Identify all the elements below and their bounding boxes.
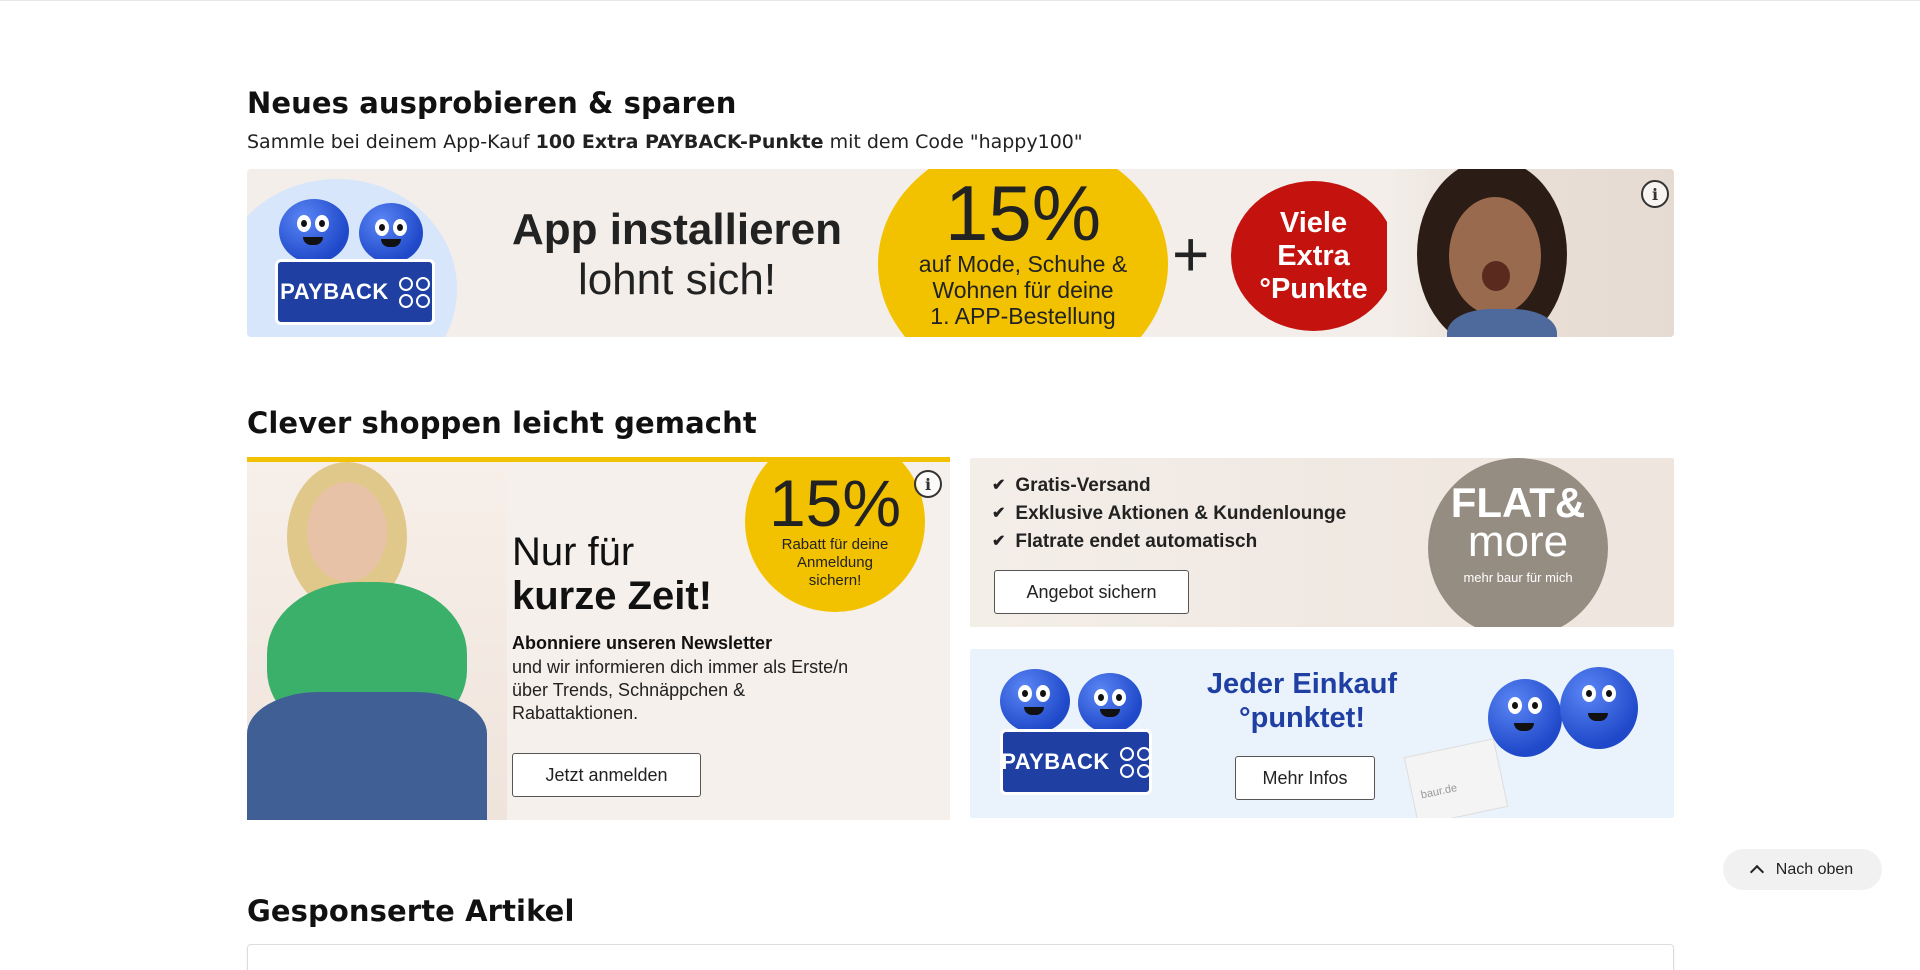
app-discount-circle: 15% auf Mode, Schuhe & Wohnen für deine … (878, 169, 1168, 337)
baur-package-image: baur.de (1403, 738, 1509, 818)
section-subtitle-app-code: Sammle bei deinem App-Kauf 100 Extra PAY… (247, 131, 1083, 153)
app-headline-line1: App installieren (511, 205, 843, 254)
payback-mascot-right (359, 203, 423, 263)
payback-points-banner[interactable]: PAYBACK Jeder Einkauf °punktet! Mehr Inf… (970, 649, 1674, 818)
offer-secure-button[interactable]: Angebot sichern (994, 570, 1189, 614)
payback-mascot-dancing-2 (1560, 667, 1638, 749)
chevron-up-icon (1749, 864, 1764, 880)
newsletter-subheading: Abonniere unseren Newsletter (512, 633, 773, 653)
app-install-banner[interactable]: PAYBACK App installieren lohnt sich! 15%… (247, 169, 1674, 337)
list-item: ✔ Exklusive Aktionen & Kundenlounge (992, 500, 1346, 528)
back-to-top-label: Nach oben (1775, 860, 1854, 878)
app-discount-text: auf Mode, Schuhe & Wohnen für deine 1. A… (878, 251, 1168, 329)
payback-dots-icon (398, 276, 430, 308)
discount-text-line: sichern! (808, 572, 862, 589)
subtitle-prefix: Sammle bei deinem App-Kauf (247, 131, 536, 153)
newsletter-headline-line2: kurze Zeit! (512, 574, 713, 618)
payback-mascot-right (1078, 673, 1142, 733)
flat-and-more-banner[interactable]: ✔ Gratis-Versand ✔ Exklusive Aktionen & Ku… (970, 458, 1674, 627)
payback-mascot-left (279, 199, 349, 263)
subtitle-bold: 100 Extra PAYBACK-Punkte (535, 131, 824, 153)
info-icon[interactable]: i (1641, 180, 1669, 208)
newsletter-description: und wir informieren dich immer als Erste… (512, 657, 849, 723)
app-discount-percent: 15% (944, 169, 1102, 257)
list-item: ✔ Flatrate endet automatisch (992, 528, 1346, 556)
sponsored-articles-container (247, 944, 1674, 970)
flat-more-logo: FLAT& more mehr baur für mich (1428, 458, 1608, 627)
flat-logo-line2: more (1467, 517, 1569, 566)
section-title-clever: Clever shoppen leicht gemacht (247, 406, 757, 440)
payback-headline: Jeder Einkauf °punktet! (1202, 667, 1402, 735)
discount-text-line: Anmeldung (797, 554, 873, 571)
payback-logo-text: PAYBACK (1001, 749, 1110, 774)
offer-line: auf Mode, Schuhe & (918, 251, 1128, 277)
benefit-label: Flatrate endet automatisch (1015, 531, 1258, 552)
payback-dots-icon (1119, 746, 1151, 778)
newsletter-signup-button[interactable]: Jetzt anmelden (512, 753, 701, 797)
badge-line: °Punkte (1259, 273, 1368, 305)
discount-text-line: Rabatt für deine (781, 536, 889, 553)
newsletter-discount-circle: 15% Rabatt für deine Anmeldung sichern! (745, 462, 925, 612)
check-icon: ✔ (992, 505, 1006, 522)
more-info-button[interactable]: Mehr Infos (1235, 756, 1375, 800)
woman-green-blouse-image (247, 462, 507, 820)
back-to-top-button[interactable]: Nach oben (1723, 849, 1882, 890)
extra-points-badge: Viele Extra °Punkte (1231, 181, 1396, 331)
box-label: baur.de (1419, 782, 1459, 802)
payback-headline-line1: Jeder Einkauf (1206, 668, 1398, 700)
plus-sign: + (1172, 218, 1210, 290)
app-headline: App installieren lohnt sich! (487, 205, 867, 305)
payback-headline-line2: °punktet! (1239, 702, 1365, 734)
subtitle-suffix: mit dem Code "happy100" (823, 131, 1083, 153)
payback-logo: PAYBACK (1000, 729, 1152, 795)
section-title-neues: Neues ausprobieren & sparen (247, 86, 737, 120)
payback-logo-text: PAYBACK (280, 279, 389, 304)
check-icon: ✔ (992, 533, 1006, 550)
newsletter-banner[interactable]: 15% Rabatt für deine Anmeldung sichern! … (247, 457, 950, 820)
check-icon: ✔ (992, 477, 1006, 494)
offer-line: Wohnen für deine (932, 277, 1114, 303)
section-title-sponsored: Gesponserte Artikel (247, 894, 575, 928)
payback-logo: PAYBACK (275, 259, 435, 325)
benefit-label: Gratis-Versand (1015, 475, 1151, 496)
flat-logo-tagline: mehr baur für mich (1463, 570, 1573, 585)
flat-benefits-list: ✔ Gratis-Versand ✔ Exklusive Aktionen & Ku… (992, 472, 1346, 556)
payback-mascot-dancing-1 (1488, 679, 1562, 757)
offer-line: 1. APP-Bestellung (930, 303, 1116, 329)
newsletter-headline-line1: Nur für (512, 530, 635, 574)
newsletter-discount-percent: 15% (768, 466, 902, 540)
newsletter-headline: Nur für kurze Zeit! (512, 530, 712, 618)
payback-mascot-left (1000, 669, 1070, 733)
list-item: ✔ Gratis-Versand (992, 472, 1346, 500)
top-divider (0, 0, 1920, 1)
happy-woman-image (1387, 169, 1674, 337)
app-headline-line2: lohnt sich! (577, 255, 777, 304)
badge-line: Extra (1277, 240, 1350, 272)
badge-line: Viele (1279, 207, 1348, 239)
newsletter-discount-text: Rabatt für deine Anmeldung sichern! (745, 536, 925, 590)
info-icon[interactable]: i (914, 470, 942, 498)
benefit-label: Exklusive Aktionen & Kundenlounge (1015, 503, 1347, 524)
